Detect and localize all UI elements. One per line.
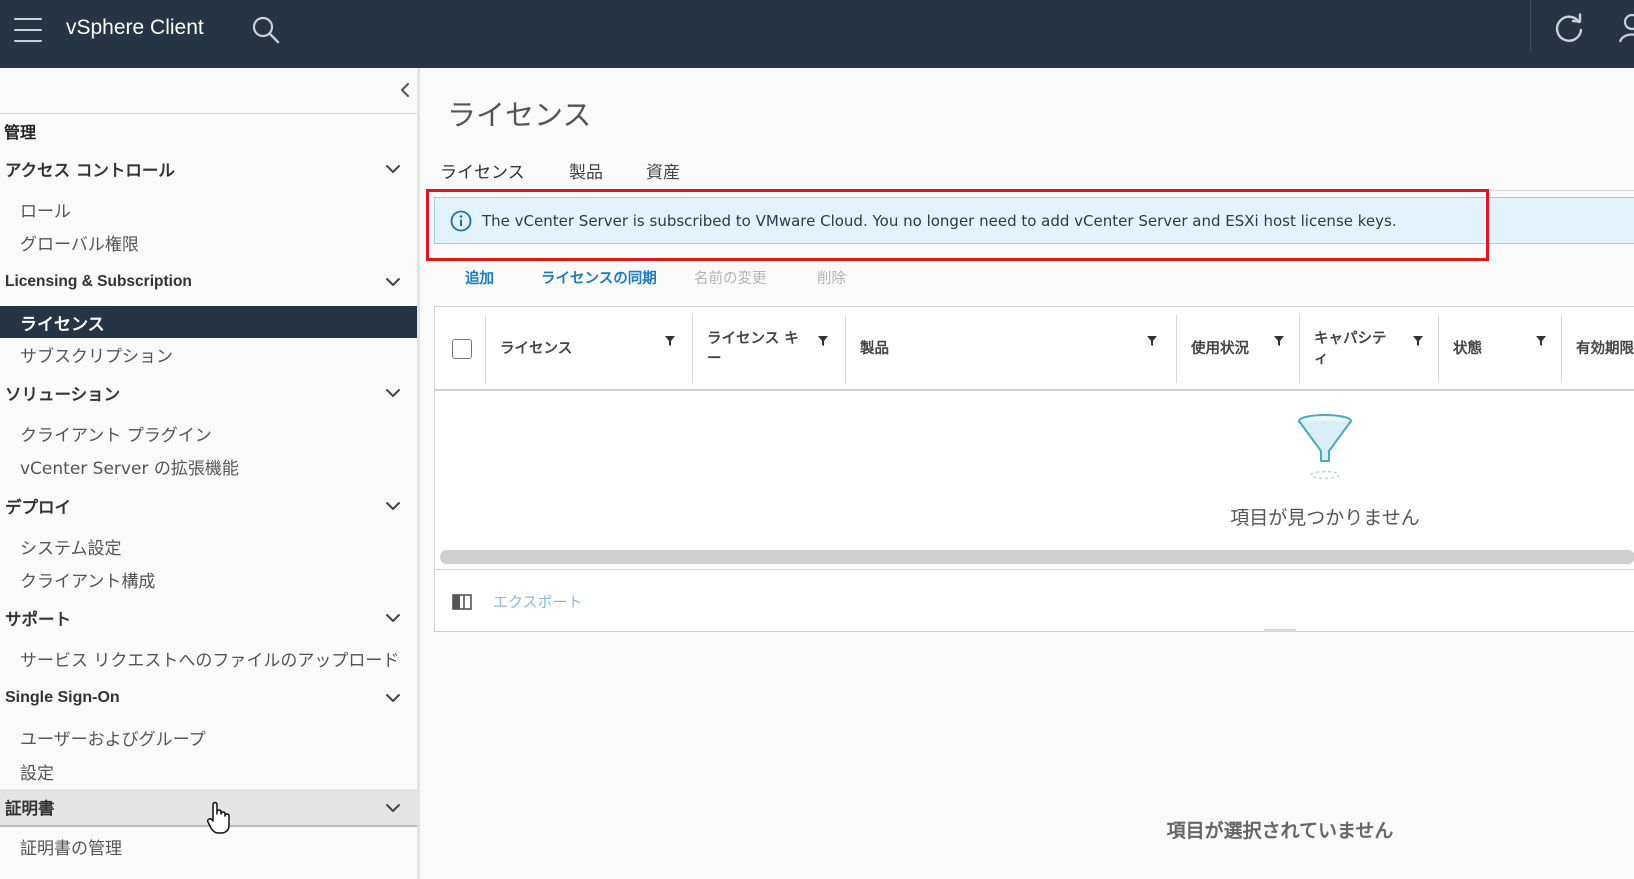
detail-empty-message: 項目が選択されていません	[1166, 820, 1394, 842]
sidebar-group-label: Single Sign-On	[5, 689, 120, 706]
datagrid-header: ライセンス ライセンス キ ー 製品 使用状況 キャパシテ ィ 状態 有効期限	[435, 307, 1634, 391]
column-header-capacity[interactable]: キャパシテ ィ	[1300, 315, 1438, 383]
column-header-expiration[interactable]: 有効期限	[1562, 315, 1634, 383]
user-icon[interactable]	[1618, 10, 1634, 46]
column-label: 使用状況	[1191, 341, 1249, 357]
sidebar-item-licenses[interactable]: ライセンス	[0, 306, 417, 338]
filter-icon[interactable]	[1412, 335, 1424, 347]
rename-button[interactable]: 名前の変更	[694, 267, 767, 288]
chevron-down-icon	[386, 389, 400, 397]
chevron-down-icon	[386, 804, 400, 812]
column-label: 状態	[1453, 341, 1482, 357]
empty-filter-icon	[1298, 414, 1352, 480]
sidebar-group-label: アクセス コントロール	[5, 161, 175, 180]
sidebar-item-client-plugins[interactable]: クライアント プラグイン	[0, 417, 417, 449]
sidebar-group-solutions[interactable]: ソリューション	[0, 377, 417, 409]
tab-assets[interactable]: 資産	[644, 156, 682, 189]
sync-licenses-button[interactable]: ライセンスの同期	[541, 267, 657, 288]
sidebar-collapse-row	[0, 68, 417, 114]
sidebar-group-licensing[interactable]: Licensing & Subscription	[0, 266, 417, 298]
sidebar-item-roles[interactable]: ロール	[0, 193, 417, 225]
sidebar-group-access-control[interactable]: アクセス コントロール	[0, 153, 417, 185]
column-label: 製品	[860, 341, 889, 357]
menu-icon[interactable]	[14, 18, 42, 42]
filter-icon[interactable]	[1535, 335, 1547, 347]
sidebar-group-label: 証明書	[5, 799, 55, 818]
sidebar-group-single-sign-on[interactable]: Single Sign-On	[0, 682, 417, 714]
column-label: ライセンス	[500, 341, 573, 357]
annotation-highlight-box	[426, 189, 1489, 261]
horizontal-scrollbar[interactable]	[440, 550, 1634, 564]
sidebar-item-subscriptions[interactable]: サブスクリプション	[0, 338, 417, 370]
topbar-divider	[1530, 0, 1531, 52]
sidebar-item-global-permissions[interactable]: グローバル権限	[0, 226, 417, 258]
top-navigation-bar: vSphere Client	[0, 0, 1634, 68]
sidebar-item-client-configuration[interactable]: クライアント構成	[0, 563, 417, 595]
pane-splitter-handle[interactable]	[1264, 629, 1296, 632]
chevron-down-icon	[386, 165, 400, 173]
chevron-down-icon	[386, 694, 400, 702]
column-header-state[interactable]: 状態	[1439, 315, 1561, 383]
app-title[interactable]: vSphere Client	[66, 16, 204, 40]
search-icon[interactable]	[250, 14, 282, 46]
sidebar-item-users-and-groups[interactable]: ユーザーおよびグループ	[0, 721, 417, 753]
column-label: 有効期限	[1576, 341, 1634, 357]
page-title: ライセンス	[447, 98, 592, 132]
column-header-license[interactable]: ライセンス	[486, 315, 692, 383]
sidebar-item-system-settings[interactable]: システム設定	[0, 530, 417, 562]
column-label: ライセンス キ	[707, 331, 799, 347]
filter-icon[interactable]	[1146, 335, 1158, 347]
chevron-down-icon	[386, 502, 400, 510]
sidebar-group-label: ソリューション	[5, 385, 121, 404]
license-datagrid: ライセンス ライセンス キ ー 製品 使用状況 キャパシテ ィ 状態 有効期限 …	[434, 306, 1634, 632]
sidebar-group-support[interactable]: サポート	[0, 602, 417, 634]
sidebar-group-label: Licensing & Subscription	[5, 273, 192, 290]
hand-pointer-cursor-icon	[206, 801, 230, 834]
tab-products[interactable]: 製品	[567, 156, 605, 189]
select-all-checkbox[interactable]	[452, 339, 472, 359]
sidebar-group-label: サポート	[5, 610, 71, 629]
column-label: ー	[707, 351, 722, 367]
chevron-down-icon	[386, 614, 400, 622]
tab-licenses[interactable]: ライセンス	[438, 156, 527, 192]
sidebar-group-label: デプロイ	[5, 498, 71, 517]
column-header-product[interactable]: 製品	[846, 315, 1176, 383]
sidebar-item-sso-settings[interactable]: 設定	[0, 755, 417, 787]
refresh-icon[interactable]	[1552, 12, 1586, 46]
filter-icon[interactable]	[817, 335, 829, 347]
column-label: キャパシテ	[1314, 331, 1387, 347]
export-button[interactable]: エクスポート	[493, 591, 583, 612]
sidebar-group-deploy[interactable]: デプロイ	[0, 490, 417, 522]
datagrid-footer: エクスポート	[435, 569, 1634, 632]
filter-icon[interactable]	[664, 335, 676, 347]
delete-button[interactable]: 削除	[817, 267, 846, 288]
chevron-left-icon[interactable]	[397, 80, 413, 100]
column-toggle-icon[interactable]	[452, 594, 472, 610]
sidebar-item-vcenter-extensions[interactable]: vCenter Server の拡張機能	[0, 450, 417, 482]
column-header-license-key[interactable]: ライセンス キ ー	[693, 315, 845, 383]
column-header-usage[interactable]: 使用状況	[1177, 315, 1299, 383]
sidebar-heading: 管理	[4, 123, 37, 142]
chevron-down-icon	[386, 278, 400, 286]
column-label: ィ	[1314, 351, 1329, 367]
empty-state-message: 項目が見つかりません	[1230, 507, 1420, 529]
add-license-button[interactable]: 追加	[465, 267, 494, 288]
filter-icon[interactable]	[1273, 335, 1285, 347]
sidebar-item-upload-file-to-service-request[interactable]: サービス リクエストへのファイルのアップロード	[0, 642, 417, 674]
